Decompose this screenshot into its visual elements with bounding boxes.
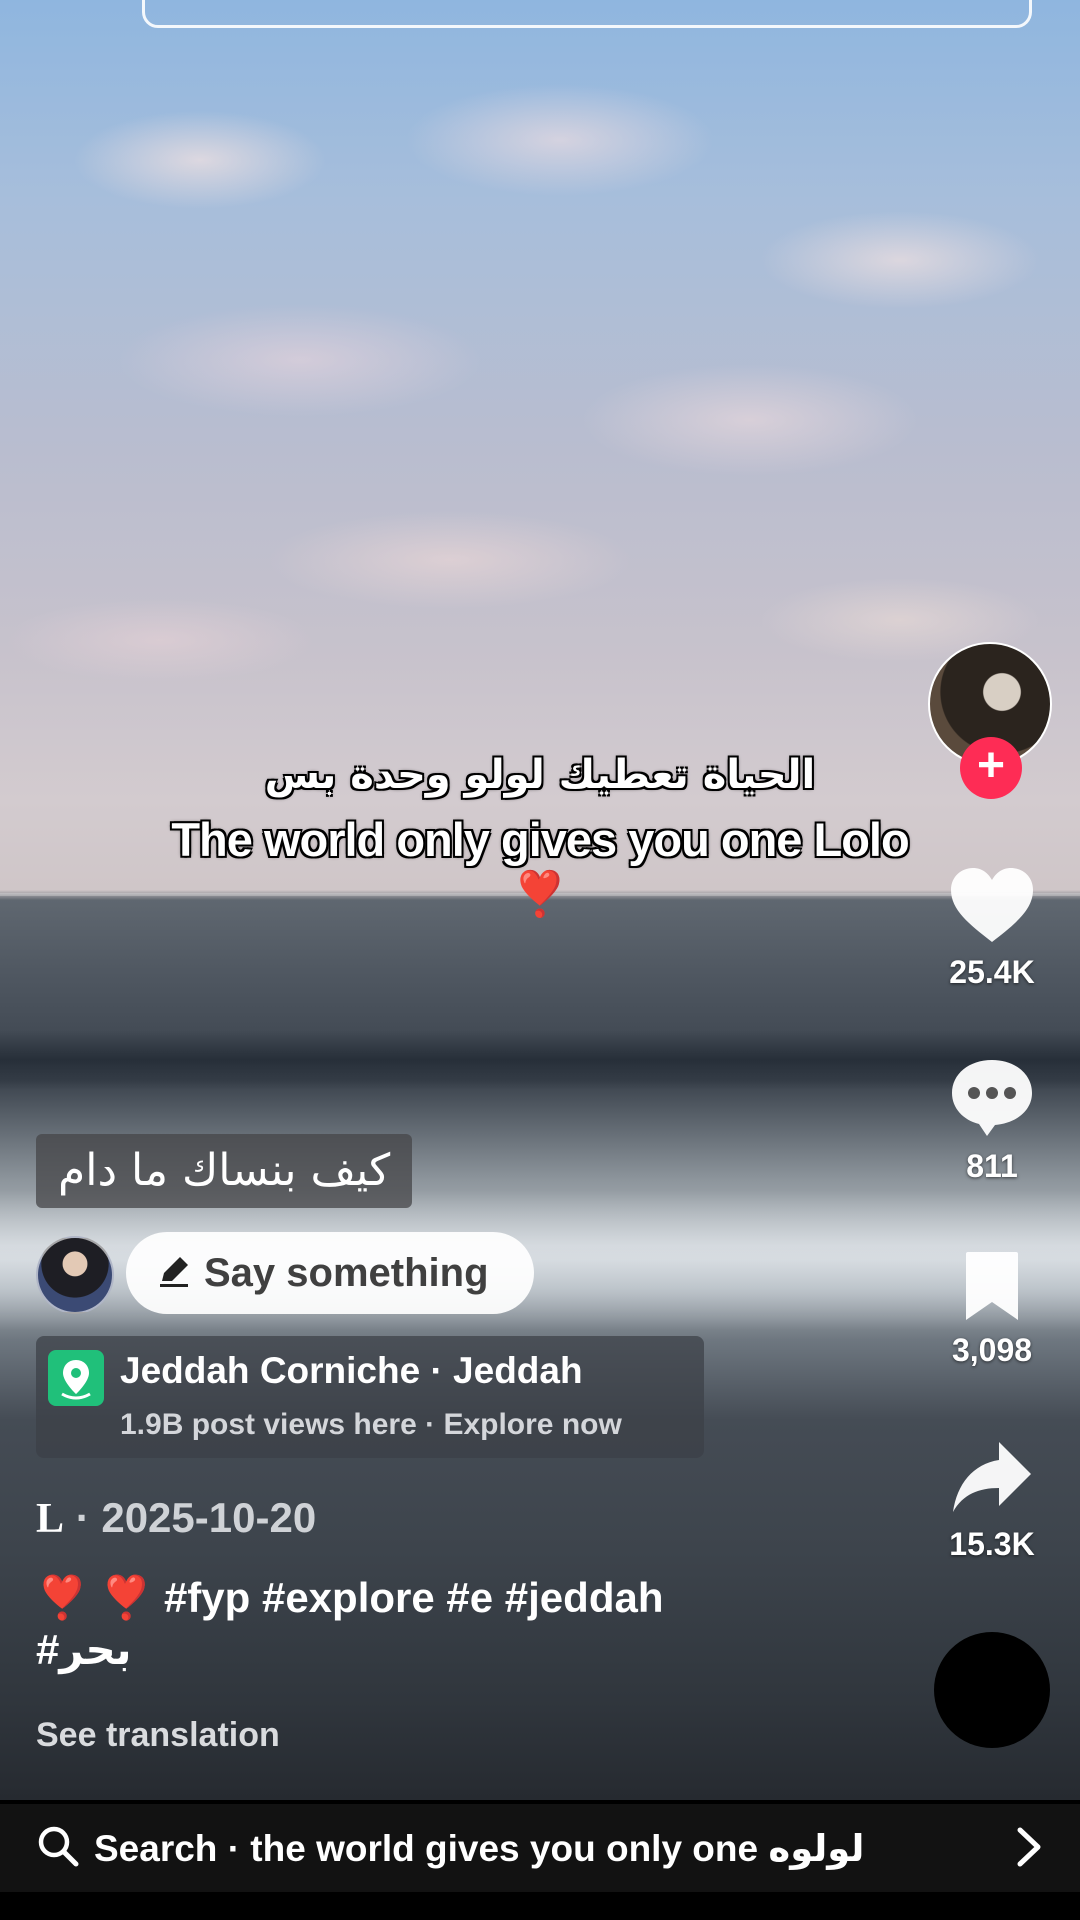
caption-hearts: ❣️ ❣️ xyxy=(36,1574,153,1621)
location-card[interactable]: Jeddah Corniche · Jeddah 1.9B post views… xyxy=(36,1336,704,1458)
search-icon xyxy=(36,1824,80,1873)
overlay-heart: ❣️ xyxy=(512,870,568,919)
wave-shadow xyxy=(0,1030,1080,1090)
bottom-strip xyxy=(0,1892,1080,1920)
chevron-right-icon xyxy=(1014,1824,1044,1875)
bookmark-icon xyxy=(920,1250,1064,1322)
pencil-icon xyxy=(156,1253,192,1294)
comment-button[interactable]: 811 xyxy=(920,1056,1064,1185)
follow-button[interactable]: + xyxy=(960,737,1022,799)
comment-icon xyxy=(920,1056,1064,1138)
see-translation-link[interactable]: See translation xyxy=(36,1716,280,1755)
like-count: 25.4K xyxy=(949,954,1035,990)
save-button[interactable]: 3,098 xyxy=(920,1250,1064,1369)
author-name[interactable]: L xyxy=(36,1496,64,1542)
music-disc[interactable] xyxy=(934,1632,1050,1748)
heart-icon xyxy=(920,866,1064,944)
comment-count: 811 xyxy=(966,1148,1018,1184)
say-something-label: Say something xyxy=(204,1250,489,1295)
user-avatar[interactable] xyxy=(36,1236,114,1314)
location-pin-icon xyxy=(48,1350,104,1406)
top-search-bar[interactable] xyxy=(142,0,1032,28)
bottom-search-bar[interactable]: Search · the world gives you only one لو… xyxy=(0,1804,1080,1892)
save-count: 3,098 xyxy=(951,1332,1033,1368)
caption-hashtag-arabic[interactable]: #بحر xyxy=(36,1626,132,1673)
overlay-english-text: The world only gives you one Lolo xyxy=(171,813,909,866)
caption-hashtags[interactable]: #fyp #explore #e #jeddah xyxy=(164,1574,664,1621)
search-suggestion-text: Search · the world gives you only one لو… xyxy=(94,1827,865,1869)
arabic-text-sticker: كيف بنساك ما دام xyxy=(36,1134,413,1208)
share-arrow-icon xyxy=(920,1440,1064,1516)
like-button[interactable]: 25.4K xyxy=(920,866,1064,991)
say-something-button[interactable]: Say something xyxy=(126,1232,534,1314)
author-date-line: L · 2025-10-20 xyxy=(36,1494,316,1543)
caption: ❣️ ❣️ #fyp #explore #e #jeddah #بحر xyxy=(36,1572,756,1676)
share-button[interactable]: 15.3K xyxy=(920,1440,1064,1563)
post-date: · 2025-10-20 xyxy=(75,1494,317,1541)
location-title: Jeddah Corniche · Jeddah xyxy=(120,1350,583,1391)
share-count: 15.3K xyxy=(949,1526,1035,1562)
location-subtitle: 1.9B post views here · Explore now xyxy=(120,1408,622,1441)
overlay-arabic-text: الحياة تعطيك لولو وحدة بس xyxy=(264,752,816,798)
